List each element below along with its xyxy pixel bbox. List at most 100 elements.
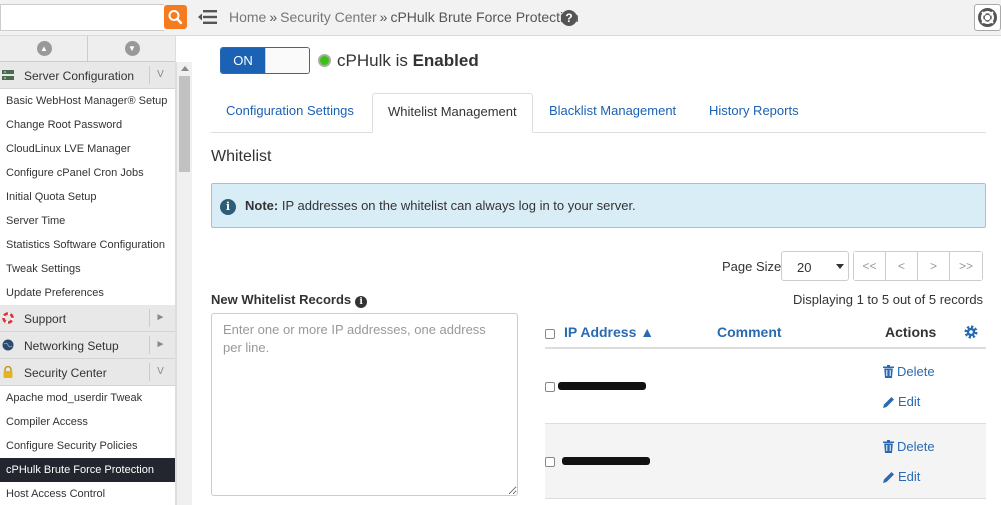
sidebar-item-cron-jobs[interactable]: Configure cPanel Cron Jobs <box>0 161 175 185</box>
sidebar-item-basic-setup[interactable]: Basic WebHost Manager® Setup <box>0 89 175 113</box>
scroll-up-arrow-icon[interactable] <box>181 66 189 71</box>
gear-icon[interactable] <box>963 324 979 340</box>
support-lifebuoy-button[interactable] <box>974 4 1001 31</box>
column-ip-address[interactable]: IP Address ▲ <box>564 324 654 340</box>
last-page-button[interactable]: >> <box>950 252 982 280</box>
sidebar-item-tweak-settings[interactable]: Tweak Settings <box>0 257 175 281</box>
tab-history-reports[interactable]: History Reports <box>694 93 814 133</box>
table-row: Delete Edit <box>545 424 986 499</box>
tab-configuration-settings[interactable]: Configuration Settings <box>211 93 369 133</box>
delete-label: Delete <box>897 439 935 454</box>
prev-page-button[interactable]: < <box>886 252 918 280</box>
edit-link[interactable]: Edit <box>883 394 920 409</box>
whitelist-records-textarea[interactable] <box>211 313 518 496</box>
search-input[interactable] <box>0 4 164 31</box>
status-prefix: cPHulk is <box>337 51 413 70</box>
expand-section-icon[interactable]: ► <box>149 336 171 354</box>
sidebar-item-statistics-software[interactable]: Statistics Software Configuration <box>0 233 175 257</box>
row-checkbox[interactable] <box>545 457 555 467</box>
column-comment[interactable]: Comment <box>717 324 782 340</box>
scrollbar-thumb[interactable] <box>179 76 190 172</box>
note-text: Note: IP addresses on the whitelist can … <box>245 198 636 213</box>
info-icon[interactable]: i <box>355 296 368 308</box>
edit-label: Edit <box>898 469 921 484</box>
sidebar-scrollbar[interactable] <box>176 62 192 505</box>
table-row: Delete Edit <box>545 349 986 424</box>
sidebar-section-label: Support <box>24 312 67 326</box>
sidebar: ▲ ▼ Server Configuration V Basic WebHost… <box>0 36 176 505</box>
page-size-select[interactable]: 20 <box>781 251 849 281</box>
toggle-on-label: ON <box>221 48 265 73</box>
sidebar-section-label: Server Configuration <box>24 69 135 83</box>
collapse-section-icon[interactable]: V <box>149 363 171 381</box>
note-callout: i Note: IP addresses on the whitelist ca… <box>211 183 986 228</box>
sidebar-item-apache-userdir[interactable]: Apache mod_userdir Tweak <box>0 386 175 410</box>
caret-down-icon <box>836 264 844 269</box>
sidebar-item-quota-setup[interactable]: Initial Quota Setup <box>0 185 175 209</box>
page-size-value: 20 <box>797 260 812 275</box>
table-header: IP Address ▲ Comment Actions <box>545 316 986 349</box>
expand-all-button[interactable]: ▲ <box>0 36 88 61</box>
breadcrumb-section[interactable]: Security Center <box>280 9 376 25</box>
sidebar-item-security-policies[interactable]: Configure Security Policies <box>0 434 175 458</box>
displaying-count: Displaying 1 to 5 out of 5 records <box>793 292 984 307</box>
note-label: Note: <box>245 198 279 213</box>
sidebar-controls: ▲ ▼ <box>0 36 175 62</box>
sidebar-item-compiler-access[interactable]: Compiler Access <box>0 410 175 434</box>
sidebar-item-cloudlinux-lve[interactable]: CloudLinux LVE Manager <box>0 137 175 161</box>
cphulk-toggle[interactable]: ON <box>220 47 310 74</box>
sidebar-item-cphulk[interactable]: cPHulk Brute Force Protection <box>0 458 175 482</box>
sidebar-item-host-access-control[interactable]: Host Access Control <box>0 482 175 505</box>
trash-icon <box>883 365 894 378</box>
tab-blacklist-management[interactable]: Blacklist Management <box>534 93 691 133</box>
help-icon[interactable]: ? <box>561 10 577 26</box>
note-body: IP addresses on the whitelist can always… <box>278 198 636 213</box>
sidebar-section-label: Security Center <box>24 366 107 380</box>
redacted-ip <box>562 457 650 465</box>
tab-bar: Configuration Settings Whitelist Managem… <box>211 93 986 133</box>
sidebar-section-support[interactable]: Support ► <box>0 305 175 332</box>
search-button[interactable] <box>164 5 187 29</box>
pencil-icon <box>883 472 894 483</box>
globe-icon <box>2 339 14 351</box>
sidebar-item-server-time[interactable]: Server Time <box>0 209 175 233</box>
sidebar-section-networking[interactable]: Networking Setup ► <box>0 332 175 359</box>
row-checkbox[interactable] <box>545 382 555 392</box>
status-indicator-icon <box>318 54 331 67</box>
sidebar-section-security-center[interactable]: Security Center V <box>0 359 175 386</box>
tab-whitelist-management[interactable]: Whitelist Management <box>372 93 533 133</box>
first-page-button[interactable]: << <box>854 252 886 280</box>
toggle-knob <box>265 48 309 73</box>
edit-label: Edit <box>898 394 921 409</box>
sidebar-item-change-root-password[interactable]: Change Root Password <box>0 113 175 137</box>
collapse-section-icon[interactable]: V <box>149 66 171 84</box>
search-icon <box>168 10 183 25</box>
delete-link[interactable]: Delete <box>883 364 935 379</box>
search-box <box>0 4 188 31</box>
pagination: << < > >> <box>853 251 983 281</box>
pencil-icon <box>883 397 894 408</box>
page-heading: Whitelist <box>211 148 272 165</box>
new-records-text: New Whitelist Records <box>211 292 352 307</box>
expand-section-icon[interactable]: ► <box>149 309 171 327</box>
lifebuoy-icon <box>978 8 997 27</box>
breadcrumb-current: cPHulk Brute Force Protection <box>390 9 579 25</box>
edit-link[interactable]: Edit <box>883 469 920 484</box>
new-records-label: New Whitelist Records i <box>211 292 368 308</box>
trash-icon <box>883 440 894 453</box>
select-all-checkbox[interactable] <box>545 329 555 339</box>
status-value: Enabled <box>412 51 479 70</box>
sidebar-section-server-configuration[interactable]: Server Configuration V <box>0 62 175 89</box>
collapse-menu-icon[interactable] <box>198 9 218 25</box>
page-size-label: Page Size <box>722 259 782 274</box>
info-icon: i <box>220 199 236 215</box>
delete-label: Delete <box>897 364 935 379</box>
breadcrumb: Home» Security Center» cPHulk Brute Force … <box>229 9 579 25</box>
sidebar-item-update-preferences[interactable]: Update Preferences <box>0 281 175 305</box>
lifebuoy-icon <box>2 312 14 324</box>
collapse-all-button[interactable]: ▼ <box>88 36 175 61</box>
breadcrumb-home[interactable]: Home <box>229 9 266 25</box>
delete-link[interactable]: Delete <box>883 439 935 454</box>
column-actions: Actions <box>885 324 937 340</box>
next-page-button[interactable]: > <box>918 252 950 280</box>
